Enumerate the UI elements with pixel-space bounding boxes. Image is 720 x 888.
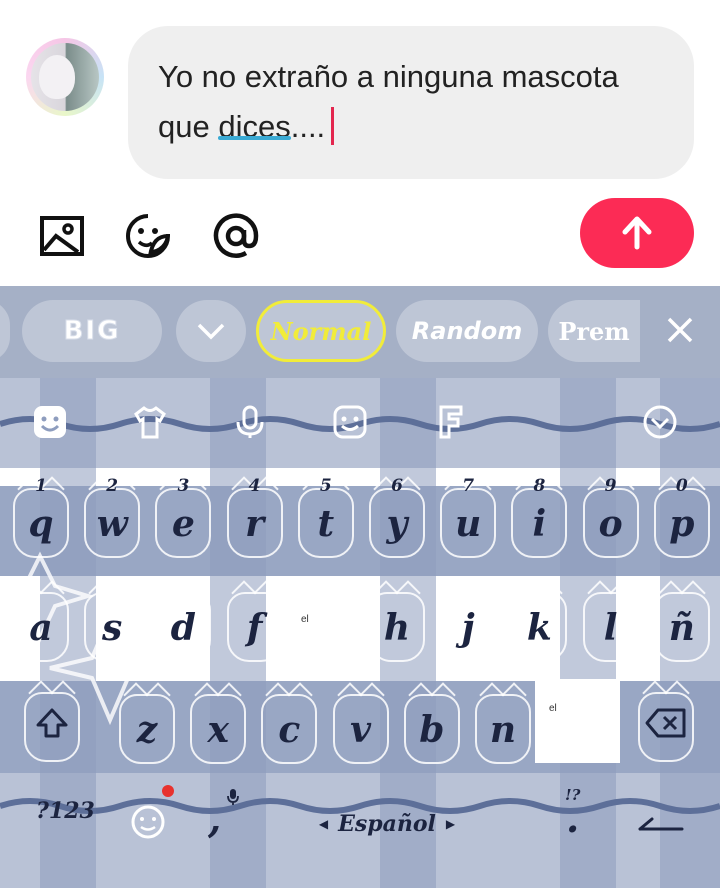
emoji-icon[interactable] — [32, 404, 68, 440]
symbols-key[interactable]: ?123 — [36, 798, 95, 824]
key-z[interactable]: z — [115, 686, 179, 764]
chevron-down-icon — [197, 323, 225, 340]
misspelled-word[interactable]: dices — [218, 109, 290, 144]
style-chip-random[interactable]: Random — [396, 300, 538, 362]
shift-key[interactable] — [20, 684, 84, 762]
key-a[interactable]: a — [9, 584, 73, 662]
key-number-hint: 9 — [604, 476, 617, 496]
shirt-icon[interactable] — [132, 404, 168, 440]
key-preview-popup: el — [287, 588, 372, 672]
backspace-key[interactable] — [634, 684, 698, 762]
key-number-hint: 5 — [319, 476, 332, 496]
key-preview-popup: el — [535, 679, 620, 763]
key-preview-text: el — [549, 703, 557, 714]
key-number-hint: 6 — [391, 476, 403, 496]
key-number-hint: 3 — [177, 476, 190, 496]
key-e[interactable]: 3e — [151, 476, 215, 558]
keyboard: BIG Normal Random Prem el el ?123 , ◀ Es… — [0, 286, 720, 888]
key-number-hint: 0 — [675, 476, 688, 496]
key-ñ[interactable]: ñ — [650, 584, 714, 662]
emoji-key-icon[interactable] — [128, 796, 168, 840]
period-key[interactable]: . — [566, 796, 579, 841]
comma-key[interactable]: , — [208, 796, 221, 841]
compose-area: Yo no extraño a ninguna mascota que dice… — [0, 0, 720, 286]
mention-icon[interactable] — [212, 212, 260, 260]
key-x[interactable]: x — [186, 686, 250, 764]
key-f[interactable]: f — [223, 584, 287, 662]
style-chip-normal[interactable]: Normal — [256, 300, 386, 362]
key-w[interactable]: 2w — [80, 476, 144, 558]
style-chip-premium[interactable]: Prem — [548, 300, 640, 362]
message-input[interactable]: Yo no extraño a ninguna mascota que dice… — [128, 26, 694, 179]
key-preview-text: el — [301, 614, 309, 625]
key-n[interactable]: n — [471, 686, 535, 764]
chevron-down-circle-icon[interactable] — [642, 404, 678, 440]
microphone-icon[interactable] — [232, 404, 268, 440]
key-number-hint: 2 — [106, 476, 119, 496]
message-text-after: .... — [290, 109, 326, 144]
key-r[interactable]: 4r — [223, 476, 287, 558]
key-number-hint: 1 — [35, 476, 47, 496]
enter-icon[interactable] — [638, 816, 684, 832]
key-l[interactable]: l — [579, 584, 643, 662]
text-caret — [331, 107, 335, 145]
key-q[interactable]: 1q — [9, 476, 73, 558]
collapse-styles-button[interactable] — [176, 300, 246, 362]
image-icon[interactable] — [38, 212, 86, 260]
smiley-icon[interactable] — [332, 404, 368, 440]
style-chip-big[interactable]: BIG — [22, 300, 162, 362]
key-number-hint: 4 — [248, 476, 261, 496]
key-t[interactable]: 5t — [294, 476, 358, 558]
key-i[interactable]: 8i — [507, 476, 571, 558]
space-key[interactable]: ◀ Español ▶ — [262, 796, 512, 852]
avatar[interactable] — [26, 38, 104, 116]
key-y[interactable]: 6y — [365, 476, 429, 558]
key-c[interactable]: c — [257, 686, 321, 764]
space-right-arrow: ▶ — [445, 817, 456, 831]
space-left-arrow: ◀ — [318, 817, 329, 831]
key-o[interactable]: 9o — [579, 476, 643, 558]
sticker-icon[interactable] — [124, 212, 172, 260]
key-v[interactable]: v — [329, 686, 393, 764]
key-number-hint: 8 — [533, 476, 546, 496]
font-icon[interactable] — [432, 404, 468, 440]
key-d[interactable]: d — [151, 584, 215, 662]
avatar-image — [31, 43, 99, 111]
key-p[interactable]: 0p — [650, 476, 714, 558]
font-style-bar: BIG Normal Random Prem — [0, 286, 720, 378]
close-icon[interactable] — [664, 314, 696, 346]
style-chip-partial[interactable] — [0, 300, 10, 362]
key-h[interactable]: h — [365, 584, 429, 662]
send-button[interactable] — [580, 198, 694, 268]
key-number-hint: 7 — [462, 476, 475, 496]
key-k[interactable]: k — [507, 584, 571, 662]
microphone-icon — [227, 789, 239, 805]
space-language-label: Español — [338, 811, 436, 837]
arrow-up-icon — [622, 216, 652, 250]
key-b[interactable]: b — [400, 686, 464, 764]
notification-dot — [162, 785, 174, 797]
key-u[interactable]: 7u — [436, 476, 500, 558]
key-j[interactable]: j — [436, 584, 500, 662]
key-s[interactable]: s — [80, 584, 144, 662]
message-text: Yo no extraño a ninguna mascota que dice… — [158, 52, 678, 152]
